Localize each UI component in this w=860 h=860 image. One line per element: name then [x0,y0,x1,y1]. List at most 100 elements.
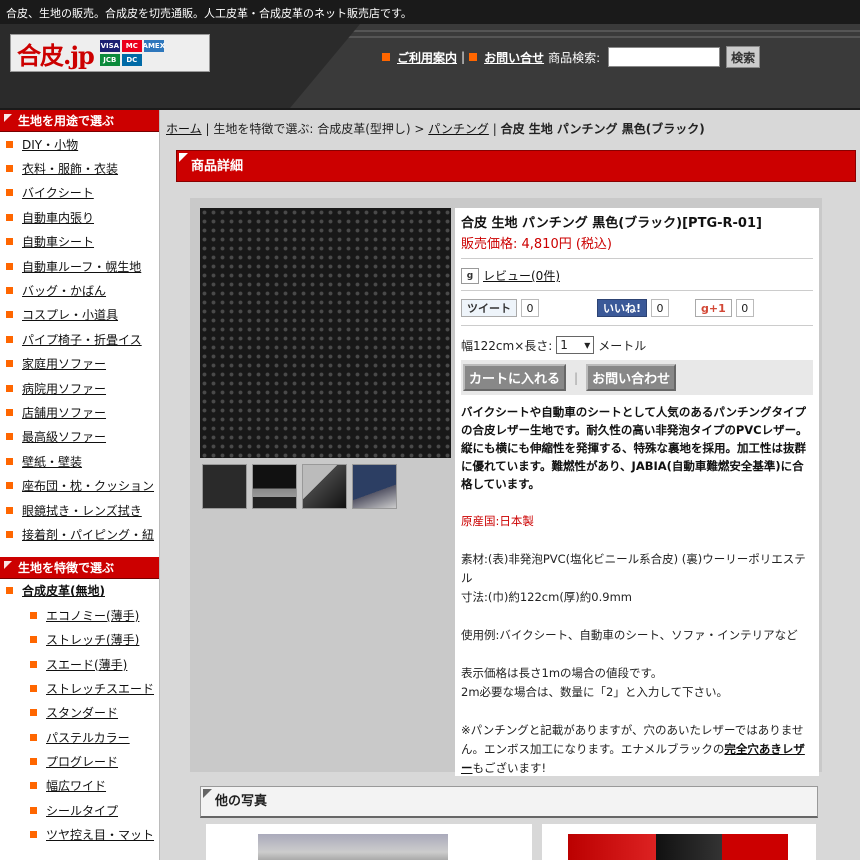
length-row: 幅122cm×長さ: 1 ▾ メートル [461,336,813,354]
tweet-count: 0 [521,299,539,317]
sidebar-item-feature[interactable]: スタンダード [0,701,159,725]
sidebar-item-use[interactable]: 病院用ソファー [0,376,159,400]
other-photos-heading: 他の写真 [200,786,818,818]
sidebar-item-feature[interactable]: プログレード [0,749,159,773]
embossing-note: ※パンチングと記載がありますが、穴のあいたレザーではありません。エンボス加工にな… [461,721,813,778]
bullet-icon [6,384,13,392]
product-price: 販売価格: 4,810円 (税込) [461,233,813,259]
sidebar-item-label: 座布団・枕・クッション [22,479,155,494]
sidebar-item-use[interactable]: 壁紙・壁装 [0,449,159,473]
like-count: 0 [651,299,670,317]
bullet-icon [30,758,37,766]
sidebar-item-label: パステルカラー [46,730,130,745]
thumbnail[interactable] [252,464,297,509]
bullet-icon [6,482,13,490]
sidebar-item-label: ストレッチ(薄手) [46,633,140,648]
sidebar-item-feature[interactable]: ストレッチスエード [0,676,159,700]
sidebar-item-feature[interactable]: パステルカラー [0,725,159,749]
inquiry-button[interactable]: お問い合わせ [586,364,677,391]
breadcrumb-current: 合皮 生地 パンチング 黒色(ブラック) [500,122,705,136]
sidebar-item-label: バッグ・かばん [22,284,107,299]
sidebar-item-use[interactable]: DIY・小物 [0,132,159,156]
bullet-icon [6,238,13,246]
sidebar-item-use[interactable]: バイクシート [0,181,159,205]
diners-icon: DC [121,54,142,66]
sidebar-item-label: 壁紙・壁装 [22,454,83,469]
sidebar-item-label: 最高級ソファー [22,430,107,445]
review-row: g レビュー(0件) [461,267,813,291]
sidebar-item-use[interactable]: 家庭用ソファー [0,352,159,376]
sidebar-item-feature[interactable]: エコノミー(薄手) [0,603,159,627]
sidebar-item-synthetic-leather[interactable]: 合成皮革(無地) [0,579,159,603]
main-content: ホーム | 生地を特徴で選ぶ: 合成皮革(型押し) > パンチング | 合皮 生… [160,110,860,860]
sidebar-item-feature[interactable]: シールタイプ [0,798,159,822]
sidebar-item-feature[interactable]: ストレッチ(薄手) [0,627,159,651]
sidebar-item-use[interactable]: 衣料・服飾・衣装 [0,156,159,180]
sidebar-item-use[interactable]: バッグ・かばん [0,278,159,302]
sidebar-item-label: エコノミー(薄手) [46,608,140,623]
site-logo[interactable]: 合皮.jp VISA MC AMEX JCB DC [10,34,210,72]
breadcrumb-category: 生地を特徴で選ぶ: 合成皮革(型押し) > [213,122,425,136]
other-photo[interactable] [206,824,532,860]
sidebar-item-feature[interactable]: 幅広ワイド [0,774,159,798]
bullet-icon [30,831,37,839]
guide-link[interactable]: ご利用案内 [397,49,457,66]
sidebar-item-use[interactable]: コスプレ・小道具 [0,303,159,327]
breadcrumb: ホーム | 生地を特徴で選ぶ: 合成皮革(型押し) > パンチング | 合皮 生… [166,120,705,137]
product-title: 合皮 生地 パンチング 黒色(ブラック)[PTG-R-01] [461,216,762,231]
sidebar-item-use[interactable]: 自動車内張り [0,205,159,229]
sidebar-item-feature[interactable]: ツヤ控え目・マット [0,823,159,847]
unit-label: メートル [598,338,647,353]
sidebar-item-label: シールタイプ [46,803,119,818]
usage-text: 使用例:バイクシート、自動車のシート、ソファ・インテリアなど [461,628,798,642]
search-input[interactable] [608,47,721,67]
breadcrumb-home[interactable]: ホーム [166,122,202,136]
length-value: 1 [560,338,568,352]
thumbnail[interactable] [202,464,247,509]
sidebar-item-label: スエード(薄手) [46,657,128,672]
bullet-icon [30,709,37,717]
other-photo[interactable] [542,824,816,860]
bullet-icon [6,311,13,319]
photo-image [568,834,788,860]
bullet-icon [6,408,13,416]
sidebar-item-label: ツヤ控え目・マット [46,828,155,843]
bullet-icon [6,530,13,538]
material-text: 素材:(表)非発泡PVC(塩化ビニール系合皮) (裏)ウーリーポリエステル [461,552,806,585]
bullet-icon [30,782,37,790]
sidebar-item-label: 自動車内張り [22,210,95,225]
sidebar-item-label: ストレッチスエード [46,681,155,696]
mastercard-icon: MC [121,40,142,52]
sidebar-item-label: 病院用ソファー [22,381,107,396]
sidebar-item-use[interactable]: パイプ椅子・折畳イス [0,327,159,351]
sidebar-item-use[interactable]: 自動車ルーフ・幌生地 [0,254,159,278]
sidebar-item-use[interactable]: 最高級ソファー [0,425,159,449]
review-link[interactable]: レビュー(0件) [483,267,560,284]
sidebar-item-use[interactable]: 接着剤・パイピング・紐 [0,522,159,546]
amex-icon: AMEX [142,40,166,52]
product-description: バイクシートや自動車のシートとして人気のあるパンチングタイプの合皮レザー生地です… [461,405,808,491]
sidebar-item-use[interactable]: 座布団・枕・クッション [0,473,159,497]
thumbnail[interactable] [302,464,347,509]
logo-text: 合皮.jp [17,40,95,70]
breadcrumb-punching[interactable]: パンチング [428,122,489,136]
feature-list: 合成皮革(無地) [0,579,159,603]
qty-note: 2m必要な場合は、数量に「2」と入力して下さい。 [461,685,728,699]
search-button[interactable]: 検索 [726,46,761,68]
sidebar-item-use[interactable]: 店舗用ソファー [0,400,159,424]
nav-separator: | [461,50,466,64]
gplus-button[interactable]: g+1 [695,299,732,317]
sidebar-item-use[interactable]: 眼鏡拭き・レンズ拭き [0,498,159,522]
add-to-cart-button[interactable]: カートに入れる [463,364,567,391]
sidebar-item-feature[interactable]: スエード(薄手) [0,652,159,676]
thumbnail[interactable] [352,464,397,509]
use-list: DIY・小物 衣料・服飾・衣装 バイクシート自動車内張り自動車シート 自動車ルーフ・幌… [0,132,159,547]
header: 合皮、生地の販売。合成皮を切売通販。人工皮革・合成皮革のネット販売店です。 合皮… [0,0,860,110]
contact-link[interactable]: お問い合せ [484,49,544,66]
product-image[interactable] [200,208,451,458]
origin-text: 原産国:日本製 [461,514,534,528]
like-button[interactable]: いいね! [597,299,648,317]
tweet-button[interactable]: ツイート [461,299,517,317]
length-select[interactable]: 1 ▾ [556,336,595,354]
sidebar-item-use[interactable]: 自動車シート [0,230,159,254]
